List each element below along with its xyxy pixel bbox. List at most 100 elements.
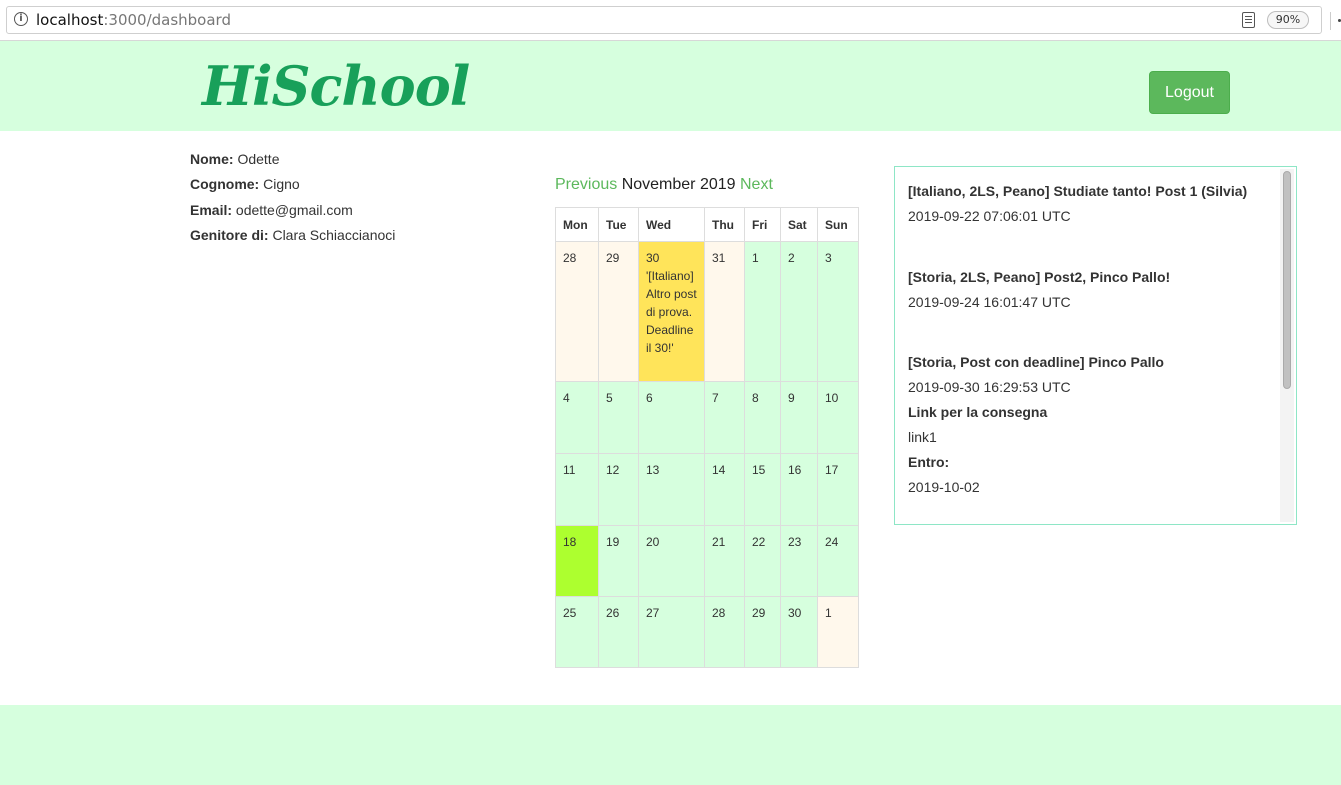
day-number: 29	[752, 606, 766, 620]
post-link-label: Link per la consegna	[908, 404, 1048, 420]
calendar-day-cell[interactable]: 17	[817, 453, 859, 526]
calendar-day-cell[interactable]: 2	[780, 241, 818, 382]
current-month-label: November 2019	[621, 176, 736, 193]
calendar-day-cell[interactable]: 26	[598, 596, 639, 668]
calendar-day-cell[interactable]: 14	[704, 453, 745, 526]
calendar-table: Mon Tue Wed Thu Fri Sat Sun 28 29 30 '[Ital…	[555, 207, 859, 668]
calendar-day-cell[interactable]: 5	[598, 381, 639, 454]
weekday-header: Thu	[704, 207, 745, 242]
day-number: 27	[646, 606, 660, 620]
day-number: 20	[646, 535, 660, 549]
weekday-header: Fri	[744, 207, 781, 242]
zoom-badge[interactable]: 90%	[1267, 11, 1309, 29]
day-number: 24	[825, 535, 839, 549]
day-number: 7	[712, 391, 719, 405]
calendar-header-row: Mon Tue Wed Thu Fri Sat Sun	[555, 207, 859, 242]
calendar-day-cell[interactable]: 30 '[Italiano] Altro post di prova. Deadl…	[638, 241, 705, 382]
calendar-day-cell[interactable]: 7	[704, 381, 745, 454]
address-bar[interactable]: i localhost:3000/dashboard 90%	[6, 6, 1322, 34]
calendar-day-cell[interactable]: 30	[780, 596, 818, 668]
calendar-day-cell[interactable]: 25	[555, 596, 599, 668]
user-profile: Nome: Odette Cognome: Cigno Email: odett…	[190, 149, 395, 250]
reader-view-icon[interactable]	[1242, 12, 1255, 28]
calendar-week-row: 25 26 27 28 29 30 1	[555, 596, 859, 668]
profile-cognome: Cognome: Cigno	[190, 174, 395, 199]
post-link[interactable]: link1	[908, 427, 1268, 447]
day-number: 18	[563, 535, 577, 549]
calendar-event[interactable]: '[Italiano] Altro post di prova. Deadlin…	[646, 267, 698, 357]
calendar-day-cell[interactable]: 9	[780, 381, 818, 454]
posts-panel[interactable]: [Italiano, 2LS, Peano] Studiate tanto! P…	[894, 166, 1297, 525]
calendar-day-cell[interactable]: 6	[638, 381, 705, 454]
post-entro-label: Entro:	[908, 454, 950, 470]
calendar-day-cell[interactable]: 16	[780, 453, 818, 526]
calendar-day-cell[interactable]: 29	[744, 596, 781, 668]
profile-email: Email: odette@gmail.com	[190, 200, 395, 225]
hischool-logo[interactable]: HiSchool	[202, 55, 470, 117]
calendar-day-cell[interactable]: 15	[744, 453, 781, 526]
day-number: 29	[606, 251, 620, 265]
calendar-day-cell[interactable]: 20	[638, 525, 705, 597]
post-date: 2019-09-24 16:01:47 UTC	[908, 294, 1071, 310]
calendar-week-row: 28 29 30 '[Italiano] Altro post di prova. D…	[555, 241, 859, 382]
calendar-day-cell[interactable]: 8	[744, 381, 781, 454]
posts-scrollbar-thumb[interactable]	[1283, 171, 1291, 389]
day-number: 30	[788, 606, 802, 620]
calendar-week-row: 11 12 13 14 15 16 17	[555, 453, 859, 526]
day-number: 25	[563, 606, 577, 620]
calendar-day-cell[interactable]: 28	[704, 596, 745, 668]
post-date: 2019-09-30 16:29:53 UTC	[908, 379, 1071, 395]
site-header: HiSchool Logout	[0, 41, 1341, 131]
calendar-day-cell[interactable]: 29	[598, 241, 639, 382]
day-number: 16	[788, 463, 802, 477]
genitore-value: Clara Schiaccianoci	[272, 226, 396, 243]
post-entro-date: 2019-10-02	[908, 479, 980, 495]
day-number: 6	[646, 391, 653, 405]
posts-scrollbar[interactable]	[1280, 169, 1294, 522]
calendar-day-cell[interactable]: 28	[555, 241, 599, 382]
calendar-nav: Previous November 2019 Next	[555, 176, 773, 194]
day-number: 8	[752, 391, 759, 405]
calendar-day-cell[interactable]: 21	[704, 525, 745, 597]
cognome-label: Cognome:	[190, 176, 260, 193]
calendar-day-cell[interactable]: 3	[817, 241, 859, 382]
calendar-day-cell[interactable]: 27	[638, 596, 705, 668]
toolbar-divider	[1330, 12, 1331, 30]
calendar-day-cell[interactable]: 13	[638, 453, 705, 526]
weekday-header: Mon	[555, 207, 599, 242]
day-number: 13	[646, 463, 660, 477]
calendar-day-cell[interactable]: 11	[555, 453, 599, 526]
day-number: 1	[825, 606, 832, 620]
day-number: 4	[563, 391, 570, 405]
calendar-day-cell[interactable]: 1	[744, 241, 781, 382]
day-number: 9	[788, 391, 795, 405]
calendar-day-cell[interactable]: 1	[817, 596, 859, 668]
day-number: 22	[752, 535, 766, 549]
url-text[interactable]: localhost:3000/dashboard	[36, 11, 231, 29]
genitore-label: Genitore di:	[190, 226, 269, 243]
nome-label: Nome:	[190, 151, 234, 167]
calendar-day-cell[interactable]: 22	[744, 525, 781, 597]
calendar-day-cell[interactable]: 10	[817, 381, 859, 454]
weekday-header: Sun	[817, 207, 859, 242]
day-number: 31	[712, 251, 726, 265]
day-number: 28	[563, 251, 577, 265]
logout-button[interactable]: Logout	[1149, 71, 1230, 114]
day-number: 15	[752, 463, 766, 477]
calendar-day-cell[interactable]: 4	[555, 381, 599, 454]
day-number: 28	[712, 606, 726, 620]
calendar-day-cell[interactable]: 12	[598, 453, 639, 526]
calendar-day-cell[interactable]: 23	[780, 525, 818, 597]
site-info-icon[interactable]: i	[14, 12, 28, 26]
calendar-day-cell[interactable]: 24	[817, 525, 859, 597]
next-month-link[interactable]: Next	[740, 176, 773, 193]
day-number: 11	[563, 463, 576, 477]
calendar-day-cell[interactable]: 19	[598, 525, 639, 597]
day-number: 2	[788, 251, 795, 265]
calendar-day-cell[interactable]: 18	[555, 525, 599, 597]
day-number: 12	[606, 463, 620, 477]
day-number: 23	[788, 535, 802, 549]
day-number: 17	[825, 463, 839, 477]
calendar-day-cell[interactable]: 31	[704, 241, 745, 382]
previous-month-link[interactable]: Previous	[555, 176, 617, 193]
